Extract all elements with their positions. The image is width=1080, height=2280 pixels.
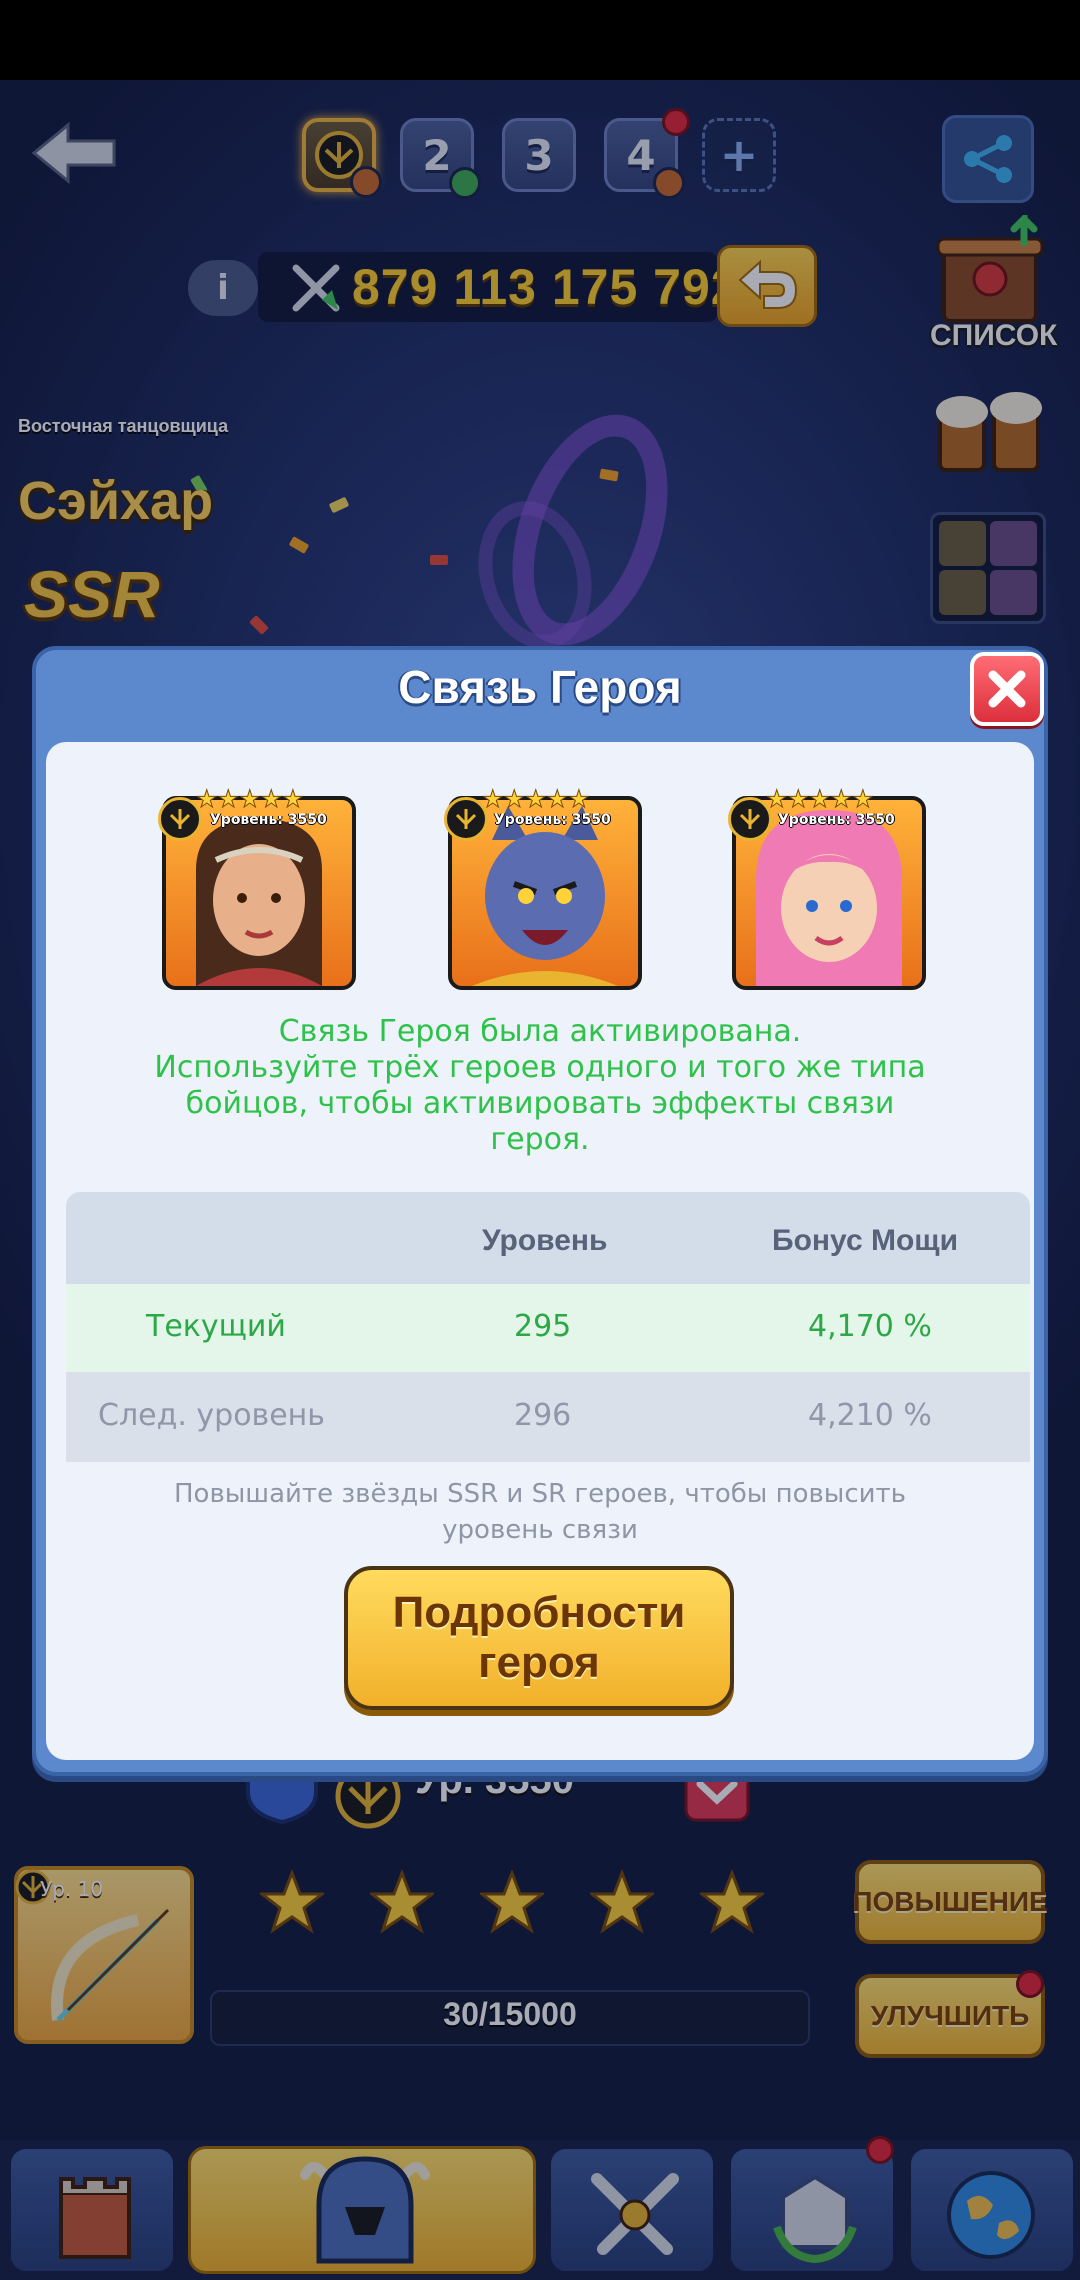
star-icon: ★★★★★ <box>766 785 875 813</box>
status-bar <box>0 0 1080 80</box>
hero-level-label: Уровень: 3550 <box>778 812 895 828</box>
modal-title: Связь Героя <box>398 661 682 713</box>
message-line: Связь Героя была активирована. <box>278 1014 802 1049</box>
hero-stars-3: ★★★★★ <box>766 785 875 813</box>
row-level: 296 <box>514 1398 572 1433</box>
star-icon: ★★★★★ <box>196 785 305 813</box>
faction-emblem-icon <box>444 797 488 841</box>
column-header-bonus: Бонус Мощи <box>772 1224 959 1257</box>
message-line: Используйте трёх героев одного и того же… <box>154 1050 926 1085</box>
message-line: бойцов, чтобы активировать эффекты связи <box>185 1086 895 1121</box>
row-bonus: 4,210 % <box>808 1398 932 1433</box>
details-button-line: героя <box>478 1638 600 1687</box>
game-screen: 2 3 4 + i 879 113 175 792 СПИСОК Восточн… <box>0 0 1080 2280</box>
hero-stars-2: ★★★★★ <box>482 785 591 813</box>
hero-level-label: Уровень: 3550 <box>494 812 611 828</box>
column-header-level: Уровень <box>482 1224 608 1257</box>
details-button-line: Подробности <box>392 1588 686 1637</box>
bond-activated-message: Связь Героя была активирована. Используй… <box>120 1014 960 1158</box>
hint-line: Повышайте звёзды SSR и SR героев, чтобы … <box>174 1479 906 1509</box>
message-line: героя. <box>490 1122 590 1157</box>
hero-details-button[interactable]: Подробности героя <box>344 1566 734 1710</box>
row-label: Текущий <box>146 1309 286 1344</box>
star-icon: ★★★★★ <box>482 785 591 813</box>
row-label: След. уровень <box>98 1398 325 1433</box>
row-bonus: 4,170 % <box>808 1309 932 1344</box>
close-button[interactable] <box>970 652 1044 726</box>
hero-level-label: Уровень: 3550 <box>210 812 327 828</box>
row-level: 295 <box>514 1309 572 1344</box>
hint-line: уровень связи <box>442 1515 638 1545</box>
faction-emblem-icon <box>158 797 202 841</box>
faction-emblem-icon <box>728 797 772 841</box>
bond-hint: Повышайте звёзды SSR и SR героев, чтобы … <box>120 1476 960 1548</box>
close-icon <box>988 670 1026 708</box>
hero-stars-1: ★★★★★ <box>196 785 305 813</box>
